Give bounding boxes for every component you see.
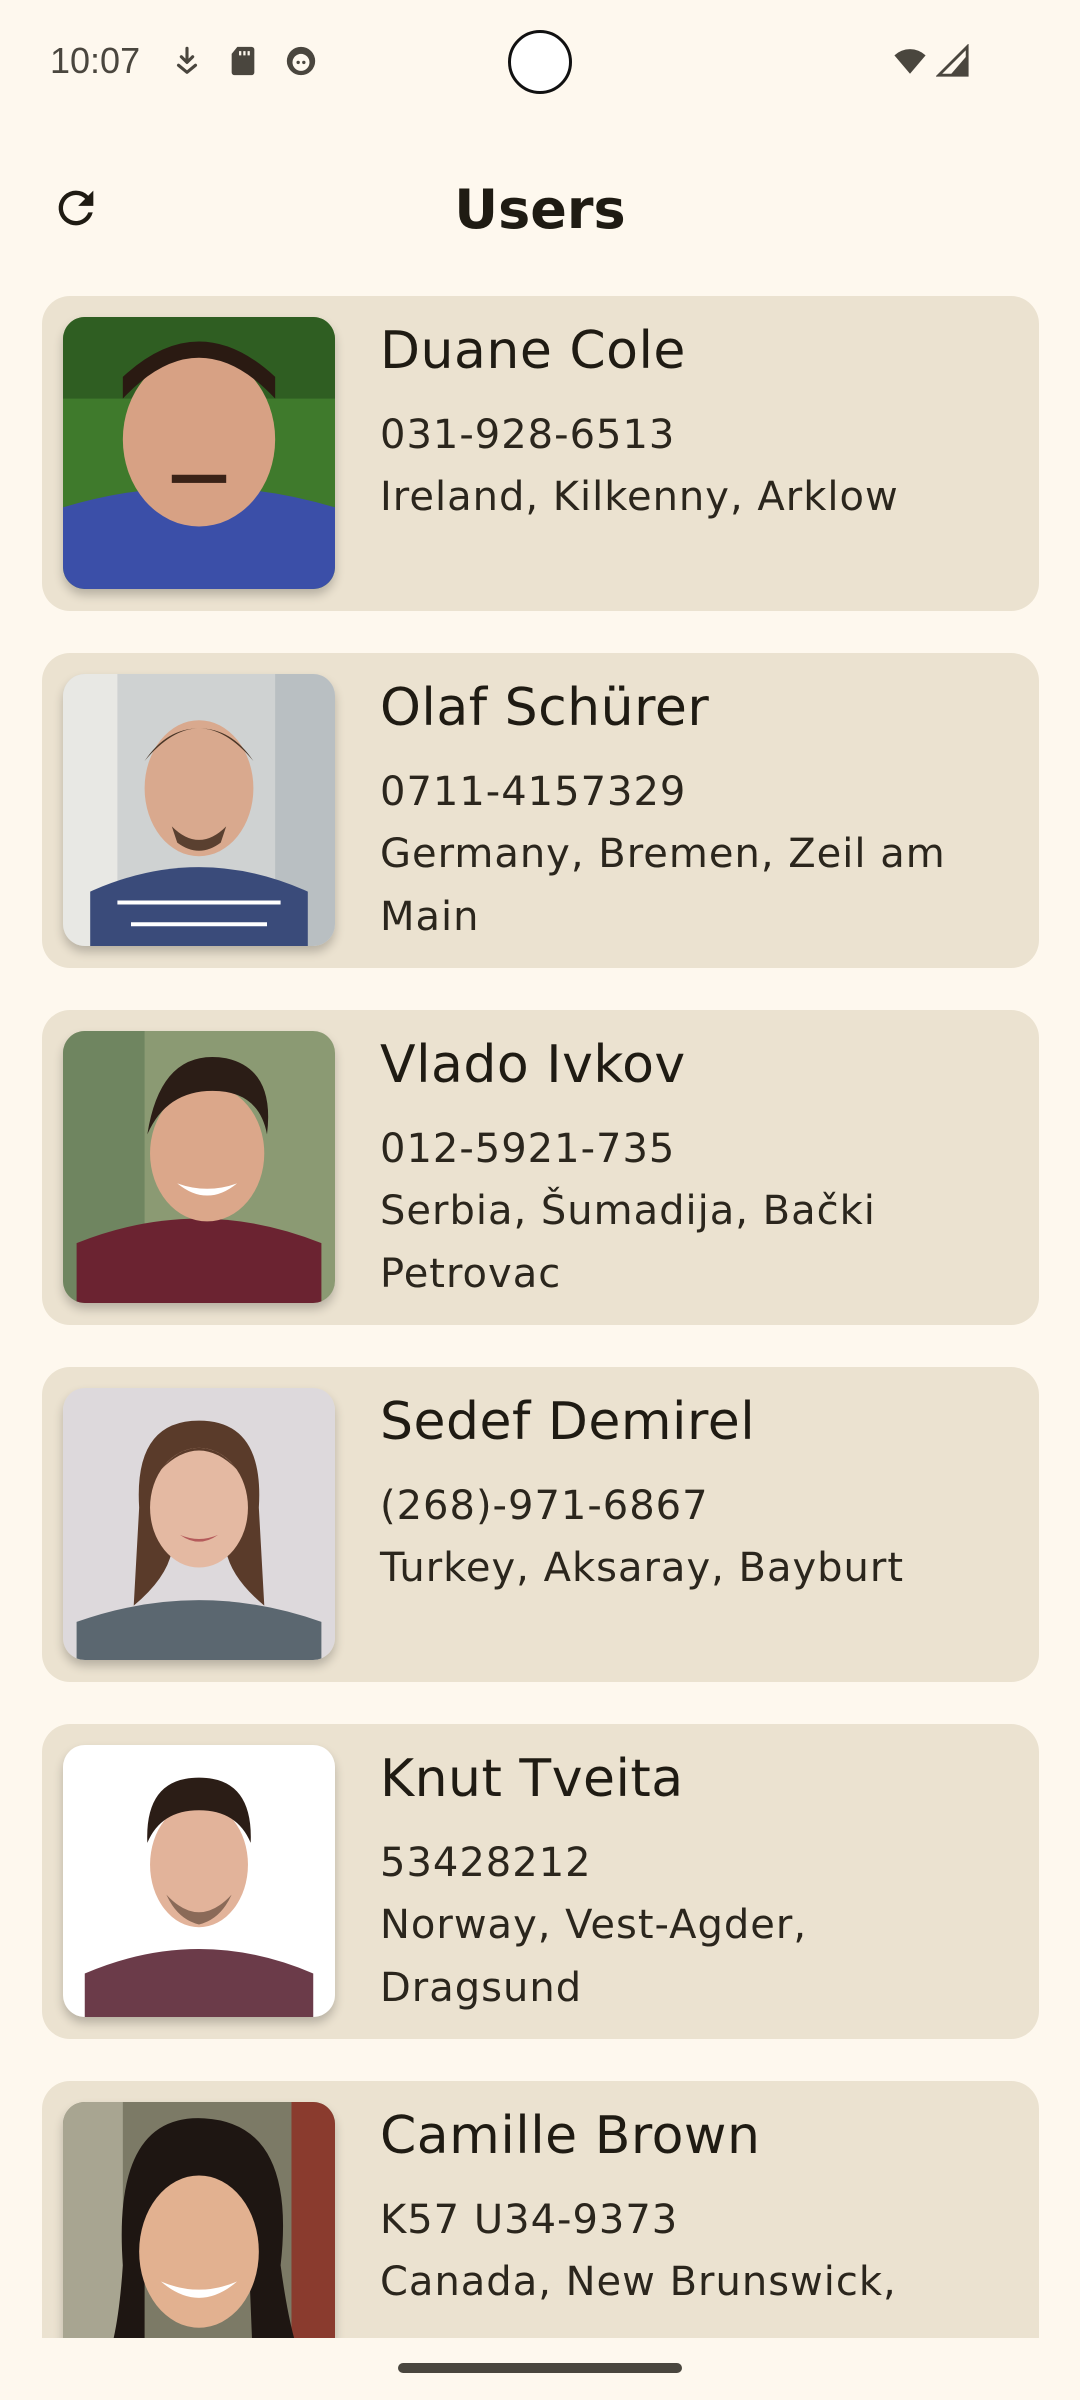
- user-location: Serbia, Šumadija, Bački Petrovac: [380, 1188, 876, 1297]
- user-avatar: [63, 1745, 335, 2017]
- user-avatar: [63, 674, 335, 946]
- user-card[interactable]: Olaf Schürer 0711-4157329 Germany, Breme…: [42, 653, 1039, 968]
- user-name: Olaf Schürer: [380, 678, 710, 738]
- user-phone: (268)-971-6867: [380, 1483, 709, 1529]
- user-card[interactable]: Duane Cole 031-928-6513 Ireland, Kilkenn…: [42, 296, 1039, 611]
- user-phone: 012-5921-735: [380, 1126, 676, 1172]
- user-phone: K57 U34-9373: [380, 2197, 679, 2243]
- user-list[interactable]: Duane Cole 031-928-6513 Ireland, Kilkenn…: [0, 296, 1080, 2338]
- user-card[interactable]: Sedef Demirel (268)-971-6867 Turkey, Aks…: [42, 1367, 1039, 1682]
- user-name: Knut Tveita: [380, 1749, 684, 1809]
- user-location: Germany, Bremen, Zeil am Main: [380, 831, 946, 940]
- user-avatar: [63, 2102, 335, 2338]
- user-name: Vlado Ivkov: [380, 1035, 686, 1095]
- user-card[interactable]: Vlado Ivkov 012-5921-735 Serbia, Šumadij…: [42, 1010, 1039, 1325]
- user-avatar: [63, 317, 335, 589]
- user-location: Canada, New Brunswick,: [380, 2259, 897, 2305]
- user-location: Ireland, Kilkenny, Arklow: [380, 474, 899, 520]
- home-indicator[interactable]: [398, 2363, 682, 2373]
- app-notification-icon: [284, 44, 318, 78]
- user-phone: 53428212: [380, 1840, 592, 1886]
- user-name: Duane Cole: [380, 321, 686, 381]
- user-location: Norway, Vest-Agder, Dragsund: [380, 1902, 808, 2011]
- user-card[interactable]: Camille Brown K57 U34-9373 Canada, New B…: [42, 2081, 1039, 2338]
- app-bar: Users: [0, 150, 1080, 270]
- user-phone: 031-928-6513: [380, 412, 676, 458]
- cellular-signal-icon: [935, 43, 970, 78]
- wifi-icon: [890, 44, 930, 78]
- user-name: Sedef Demirel: [380, 1392, 756, 1452]
- download-indicator-icon: [170, 44, 204, 78]
- status-time: 10:07: [50, 40, 141, 81]
- status-bar: 10:07: [0, 0, 1080, 130]
- user-phone: 0711-4157329: [380, 769, 687, 815]
- user-avatar: [63, 1031, 335, 1303]
- camera-cutout: [508, 30, 572, 94]
- user-location: Turkey, Aksaray, Bayburt: [380, 1545, 905, 1591]
- user-name: Camille Brown: [380, 2106, 761, 2166]
- page-title: Users: [454, 178, 626, 241]
- user-card[interactable]: Knut Tveita 53428212 Norway, Vest-Agder,…: [42, 1724, 1039, 2039]
- user-avatar: [63, 1388, 335, 1660]
- sd-card-icon: [226, 44, 260, 78]
